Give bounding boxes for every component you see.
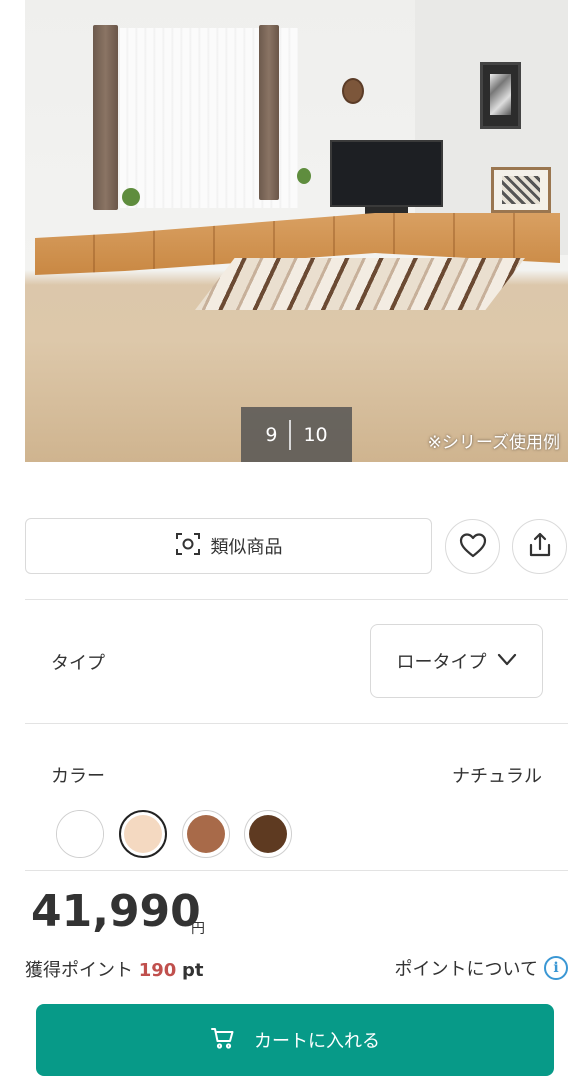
share-icon <box>526 531 554 563</box>
add-to-cart-button[interactable]: カートに入れる <box>36 1004 554 1076</box>
image-counter-divider <box>289 419 292 450</box>
room-tv-stand <box>365 207 408 214</box>
price-amount: 41,990 <box>31 886 201 937</box>
room-rug <box>195 258 525 310</box>
color-swatch-fill <box>249 815 287 853</box>
about-points-label: ポイントについて <box>394 959 538 980</box>
chevron-down-icon <box>497 651 517 672</box>
color-swatch-white[interactable] <box>56 810 104 858</box>
similar-items-button[interactable]: 類似商品 <box>25 518 432 574</box>
image-caption: ※シリーズ使用例 <box>427 433 560 453</box>
divider <box>25 870 568 871</box>
image-counter-total: 10 <box>303 423 328 446</box>
earned-points-unit: pt <box>182 960 204 981</box>
room-plant <box>297 168 311 184</box>
image-search-icon <box>175 531 201 562</box>
room-picture-frame <box>480 62 521 129</box>
color-selected-value: ナチュラル <box>452 766 542 787</box>
room-tv <box>330 140 443 207</box>
cart-icon <box>210 1026 236 1055</box>
image-counter-current: 9 <box>265 423 278 446</box>
room-curtain <box>259 25 279 200</box>
color-swatch-fill <box>57 811 103 857</box>
type-select[interactable]: ロータイプ <box>370 624 543 698</box>
about-points-link[interactable]: ポイントについて i <box>395 955 568 981</box>
earned-points-label: 獲得ポイント <box>25 960 133 981</box>
divider <box>25 723 568 724</box>
room-picture-frame <box>491 167 551 213</box>
heart-icon <box>458 531 488 563</box>
room-clock <box>342 78 364 104</box>
divider <box>25 599 568 600</box>
room-curtain <box>93 25 118 210</box>
color-swatch-brown[interactable] <box>182 810 230 858</box>
color-swatch-fill <box>124 815 162 853</box>
earned-points: 獲得ポイント 190 pt <box>25 956 204 982</box>
product-image[interactable]: 9 10 ※シリーズ使用例 <box>25 0 568 462</box>
color-label: カラー <box>51 766 105 787</box>
info-icon: i <box>544 956 568 980</box>
earned-points-value: 190 <box>138 960 177 981</box>
share-button[interactable] <box>512 519 567 574</box>
add-to-cart-label: カートに入れる <box>254 1031 380 1052</box>
type-label: タイプ <box>51 653 105 674</box>
favorite-button[interactable] <box>445 519 500 574</box>
color-swatch-dark-brown[interactable] <box>244 810 292 858</box>
similar-items-label: 類似商品 <box>210 537 283 558</box>
price-currency: 円 <box>191 921 205 937</box>
color-swatch-natural[interactable] <box>119 810 167 858</box>
room-plant <box>122 188 140 206</box>
image-counter: 9 10 <box>241 407 352 462</box>
type-select-value: ロータイプ <box>396 652 487 673</box>
color-swatch-fill <box>187 815 225 853</box>
